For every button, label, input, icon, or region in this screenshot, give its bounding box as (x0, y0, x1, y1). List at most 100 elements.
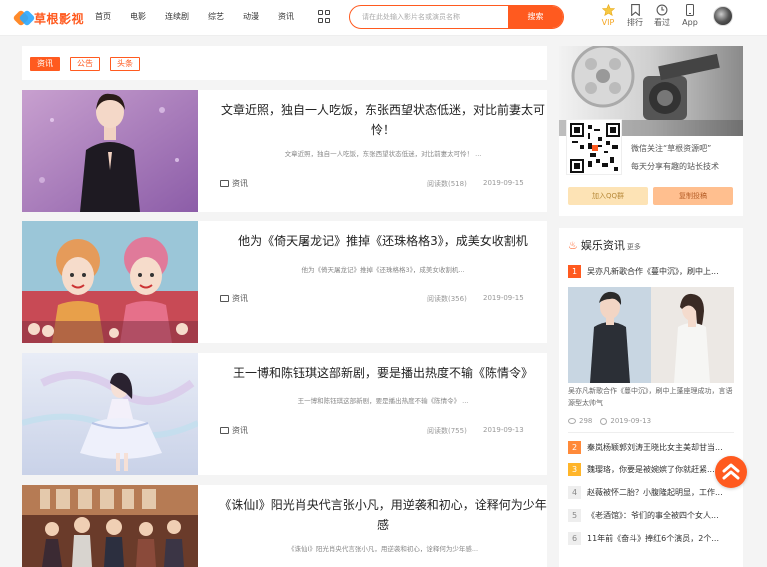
app-label: App (682, 18, 698, 27)
follow-subtext: 每天分享有趣的站长技术 (631, 162, 719, 171)
article-title[interactable]: 《诛仙Ⅰ》阳光肖央代言张小凡，用逆袭和初心，诠释何为少年感 (218, 495, 548, 535)
list-item-title: 11年前《奋斗》捧红6个演员，2个... (587, 533, 719, 543)
app-icon (686, 4, 694, 16)
featured-views: 298 (579, 417, 593, 425)
article-card[interactable]: 他为《倚天屠龙记》推掉《还珠格格3》，成美女收割机 他为《倚天屠龙记》推掉《还珠… (22, 221, 547, 343)
search-button[interactable]: 搜索 (508, 6, 563, 28)
list-item-title: 《老酒馆》：爷们的事全被四个女人... (587, 510, 719, 520)
folder-icon (220, 427, 229, 434)
wechat-qr-code (566, 119, 622, 175)
list-item[interactable]: 2 秦岚杨颖郭刘涛王晓比女主美却甘当... (568, 440, 736, 454)
logo-text: 草根影视 (33, 11, 84, 26)
list-item[interactable]: 3 魏璎珞，你要是被婉嫔了你就赶紧... (568, 462, 736, 476)
featured-news-caption[interactable]: 吴亦凡新歌合作《蔓中沉》，刷中上蓬座理成功，言语源型太帅气 (568, 385, 738, 409)
history-label: 看过 (654, 18, 670, 27)
more-link[interactable]: 更多 (627, 242, 641, 252)
nav-item-movies[interactable]: 电影 (130, 11, 146, 23)
entertainment-news-panel: ♨ 娱乐资讯 更多 1 吴亦凡新歌合作《蔓中沉》，刷中上... 吴亦凡新歌合作《… (559, 228, 743, 567)
article-thumbnail[interactable] (22, 353, 198, 475)
site-header: 草根影视 首页 电影 连续剧 综艺 动漫 资讯 搜索 VIP 排行 看过 App (0, 0, 767, 36)
category-tab-bar: 资讯 公告 头条 (22, 46, 547, 80)
vip-label: VIP (601, 18, 615, 27)
featured-date: 2019-09-13 (610, 417, 652, 425)
panel-title: 娱乐资讯 (580, 239, 625, 252)
list-item-title: 魏璎珞，你要是被婉嫔了你就赶紧... (587, 464, 715, 474)
back-to-top-button[interactable] (715, 456, 747, 488)
app-link[interactable]: App (677, 4, 703, 28)
history-icon (656, 4, 668, 16)
site-logo[interactable]: 草根影视 (12, 6, 84, 30)
article-category-label: 资讯 (232, 179, 248, 188)
divider (568, 432, 734, 433)
fire-icon: ♨ (568, 239, 578, 252)
article-date: 2019-09-15 (483, 179, 524, 187)
article-views: 阅读数(518) (427, 180, 467, 188)
article-thumbnail[interactable] (22, 90, 198, 212)
list-item[interactable]: 6 11年前《奋斗》捧红6个演员，2个... (568, 531, 736, 545)
rank-number: 2 (568, 440, 581, 454)
folder-icon (220, 295, 229, 302)
article-category[interactable]: 资讯 (220, 425, 248, 436)
vip-link[interactable]: VIP (595, 4, 621, 28)
follow-panel: 微信关注“草根资源吧” 每天分享有趣的站长技术 加入QQ群 复制投稿 (559, 46, 743, 216)
rank-number: 4 (568, 485, 581, 499)
list-item-title: 赵薇被怀二胎？小腹隆起明显，工作... (587, 487, 723, 497)
main-nav: 首页 电影 连续剧 综艺 动漫 资讯 (95, 11, 313, 23)
panel-heading: ♨ 娱乐资讯 更多 (568, 237, 641, 253)
tab-announcement[interactable]: 公告 (70, 57, 100, 71)
list-item-title: 秦岚杨颖郭刘涛王晓比女主美却甘当... (587, 442, 723, 452)
nav-item-series[interactable]: 连续剧 (165, 11, 189, 23)
nav-item-news[interactable]: 资讯 (278, 11, 294, 23)
join-qq-group-button[interactable]: 加入QQ群 (568, 187, 648, 205)
logo-icon (12, 8, 36, 28)
folder-icon (220, 180, 229, 187)
article-summary: 《诛仙Ⅰ》阳光肖央代言张小凡，用逆袭和初心，诠释何为少年感... (287, 545, 479, 553)
nav-item-home[interactable]: 首页 (95, 11, 111, 23)
search-bar: 搜索 (349, 5, 564, 29)
article-thumbnail[interactable] (22, 485, 198, 567)
rank-number: 5 (568, 508, 581, 522)
eye-icon (568, 418, 576, 424)
user-avatar[interactable] (713, 6, 733, 26)
article-date: 2019-09-13 (483, 426, 524, 434)
nav-item-anime[interactable]: 动漫 (243, 11, 259, 23)
featured-news-image[interactable] (568, 287, 734, 383)
article-card[interactable]: 文章近照，独自一人吃饭，东张西望状态低迷，对比前妻太可怜！ 文章近照，独自一人吃… (22, 90, 547, 212)
article-views: 阅读数(755) (427, 427, 467, 435)
follow-text: 微信关注“草根资源吧” (631, 144, 712, 153)
article-title[interactable]: 王一博和陈钰琪这部新剧，要是播出热度不输《陈情令》 (218, 363, 548, 383)
tab-headlines[interactable]: 头条 (110, 57, 140, 71)
ranking-icon (630, 4, 640, 16)
nav-item-variety[interactable]: 综艺 (208, 11, 224, 23)
list-item[interactable]: 1 吴亦凡新歌合作《蔓中沉》，刷中上... (568, 264, 736, 278)
history-link[interactable]: 看过 (649, 4, 675, 28)
article-category[interactable]: 资讯 (220, 293, 248, 304)
article-card[interactable]: 《诛仙Ⅰ》阳光肖央代言张小凡，用逆袭和初心，诠释何为少年感 《诛仙Ⅰ》阳光肖央代… (22, 485, 547, 567)
contribute-button[interactable]: 复制投稿 (653, 187, 733, 205)
article-category-label: 资讯 (232, 426, 248, 435)
list-item[interactable]: 5 《老酒馆》：爷们的事全被四个女人... (568, 508, 736, 522)
article-summary: 文章近照，独自一人吃饭，东张西望状态低迷，对比前妻太可怜！ ... (284, 150, 482, 158)
article-thumbnail[interactable] (22, 221, 198, 343)
grid-menu-icon[interactable] (318, 10, 331, 23)
article-title[interactable]: 文章近照，独自一人吃饭，东张西望状态低迷，对比前妻太可怜！ (218, 100, 548, 140)
rank-number: 3 (568, 462, 581, 476)
article-card[interactable]: 王一博和陈钰琪这部新剧，要是播出热度不输《陈情令》 王一博和陈钰琪这部新剧，要是… (22, 353, 547, 475)
rank-number: 1 (568, 264, 581, 278)
ranking-link[interactable]: 排行 (622, 4, 648, 28)
article-category[interactable]: 资讯 (220, 178, 248, 189)
article-summary: 他为《倚天屠龙记》推掉《还珠格格3》，成美女收割机... (301, 266, 465, 274)
tab-news[interactable]: 资讯 (30, 57, 60, 71)
list-item[interactable]: 4 赵薇被怀二胎？小腹隆起明显，工作... (568, 485, 736, 499)
article-summary: 王一博和陈钰琪这部新剧，要是播出热度不输《陈情令》 ... (297, 397, 469, 405)
search-input[interactable] (362, 9, 502, 25)
vip-icon (601, 4, 615, 16)
rank-number: 6 (568, 531, 581, 545)
article-views: 阅读数(356) (427, 295, 467, 303)
chevron-up-icon (722, 463, 740, 480)
clock-icon (600, 417, 608, 425)
ranking-label: 排行 (627, 18, 643, 27)
article-date: 2019-09-15 (483, 294, 524, 302)
article-category-label: 资讯 (232, 294, 248, 303)
article-title[interactable]: 他为《倚天屠龙记》推掉《还珠格格3》，成美女收割机 (218, 231, 548, 251)
